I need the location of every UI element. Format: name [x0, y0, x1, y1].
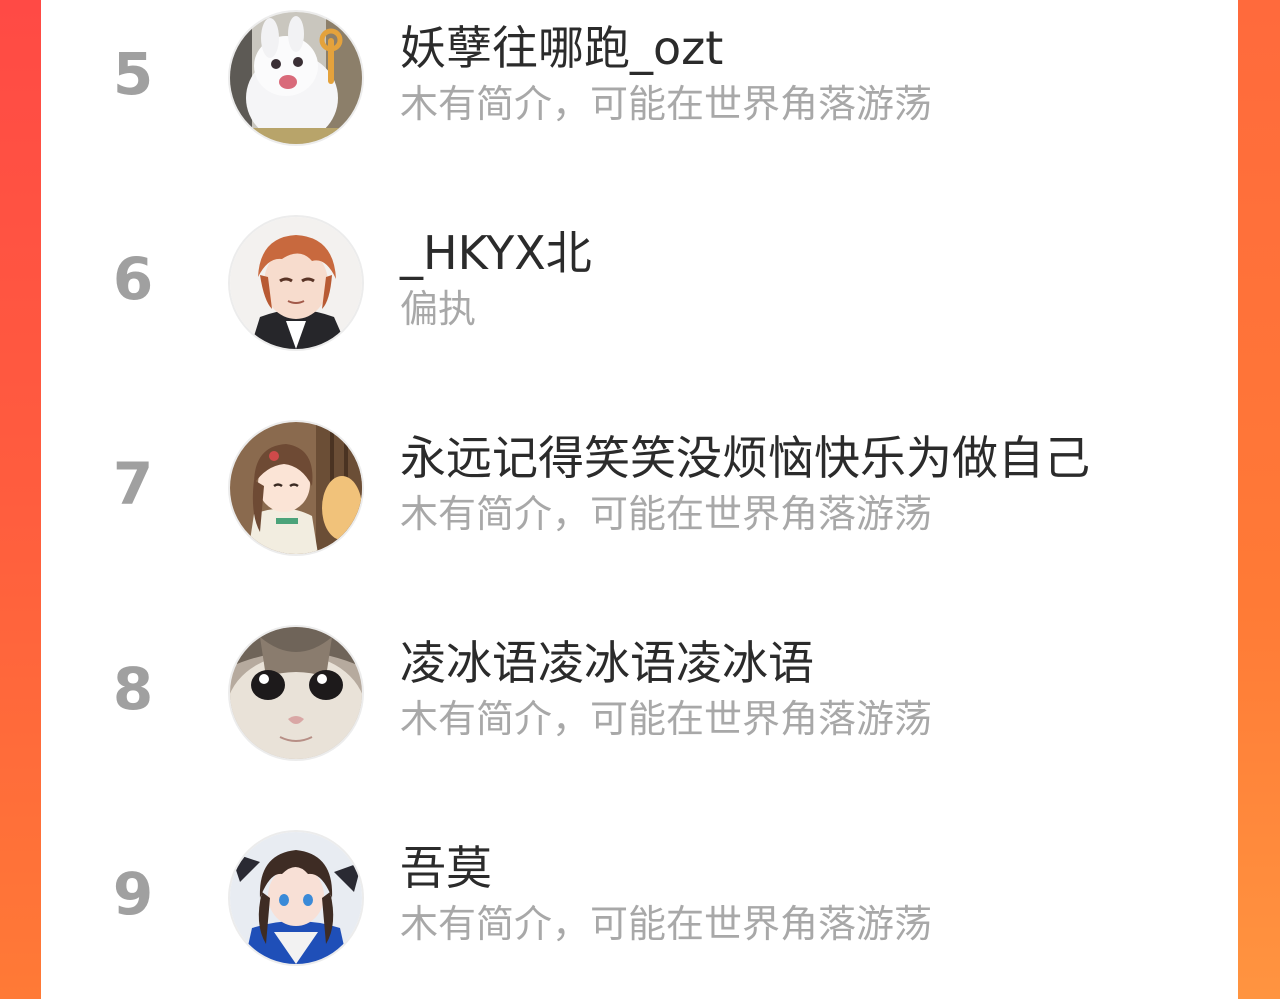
user-name[interactable]: 凌冰语凌冰语凌冰语	[400, 633, 814, 693]
rank-number: 7	[112, 450, 154, 518]
user-name[interactable]: _HKYX北	[400, 223, 592, 283]
anime-girl-avatar[interactable]	[230, 422, 362, 554]
user-bio: 木有简介，可能在世界角落游荡	[400, 902, 933, 946]
user-bio: 木有简介，可能在世界角落游荡	[400, 492, 933, 536]
user-name[interactable]: 永远记得笑笑没烦恼快乐为做自己	[400, 428, 1090, 488]
ranking-row[interactable]: 7 永远记得笑笑没烦恼快乐为做自己 木有简介，可能在世界角落游荡	[41, 410, 1238, 560]
user-name[interactable]: 吾莫	[400, 838, 492, 898]
rank-number: 6	[112, 245, 154, 313]
user-bio: 木有简介，可能在世界角落游荡	[400, 697, 933, 741]
ranking-row[interactable]: 5 妖孽往哪跑_ozt 木有简介，可能在世界角落游荡	[41, 0, 1238, 150]
ranking-row[interactable]: 6 _HKYX北 偏执	[41, 205, 1238, 355]
page-background: 5 妖孽往哪跑_ozt 木有简介，可能在世界角落游荡 6 _HKYX北 偏执 7…	[0, 0, 1280, 999]
anime-character-avatar[interactable]	[230, 832, 362, 964]
anime-boy-avatar[interactable]	[230, 217, 362, 349]
user-bio: 木有简介，可能在世界角落游荡	[400, 82, 933, 126]
white-rabbit-avatar[interactable]	[230, 12, 362, 144]
rank-number: 9	[112, 860, 154, 928]
ranking-row[interactable]: 9 吾莫 木有简介，可能在世界角落游荡	[41, 820, 1238, 970]
ranking-row[interactable]: 8 凌冰语凌冰语凌冰语 木有简介，可能在世界角落游荡	[41, 615, 1238, 765]
rank-number: 8	[112, 655, 154, 723]
user-name[interactable]: 妖孽往哪跑_ozt	[400, 18, 723, 78]
rank-number: 5	[112, 40, 154, 108]
user-bio: 偏执	[400, 287, 477, 331]
ranking-list: 5 妖孽往哪跑_ozt 木有简介，可能在世界角落游荡 6 _HKYX北 偏执 7…	[41, 0, 1238, 999]
crying-cat-avatar[interactable]	[230, 627, 362, 759]
